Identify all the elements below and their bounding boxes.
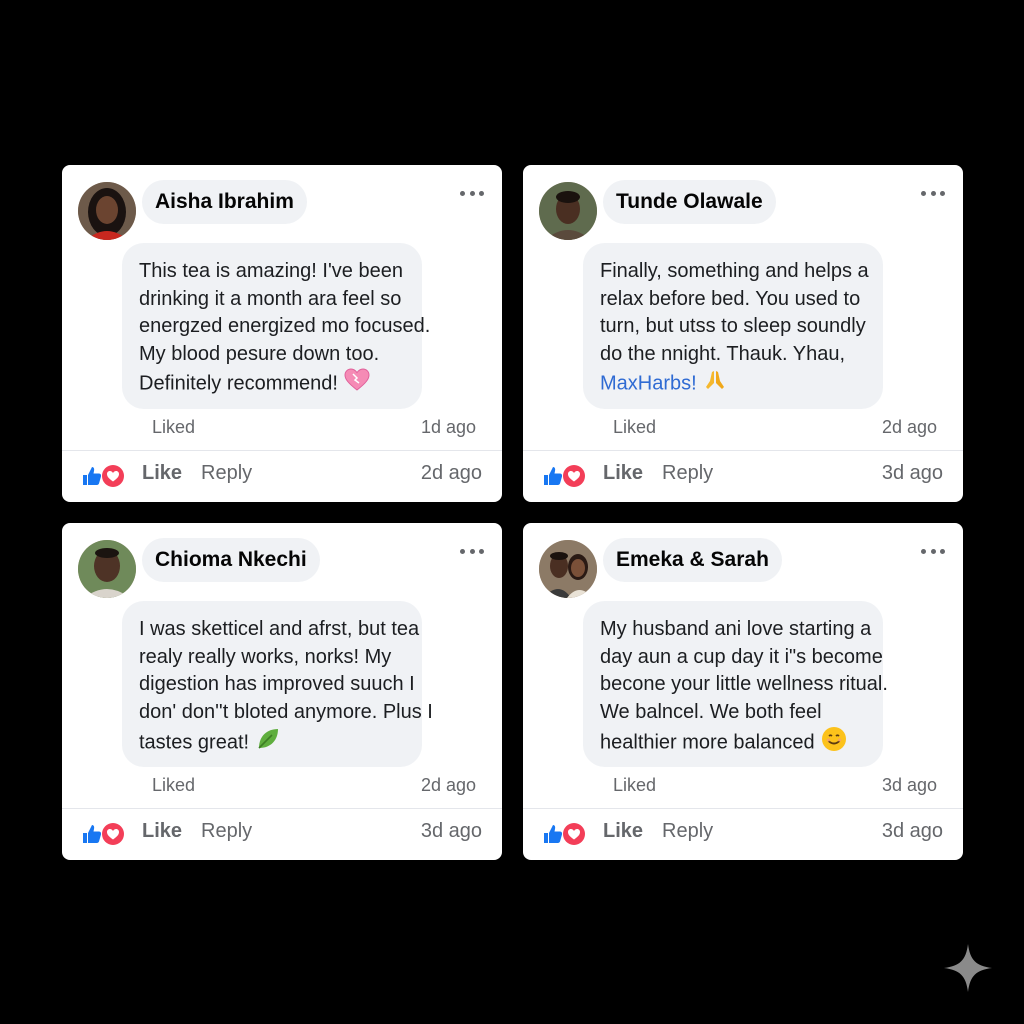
comment-card: Emeka & Sarah My husband ani love starti… bbox=[523, 523, 963, 860]
comment-line: relax before bed. You used to bbox=[600, 287, 861, 310]
comment-card: Tunde Olawale Finally, something and hel… bbox=[523, 165, 963, 502]
commenter-name[interactable]: Emeka & Sarah bbox=[603, 538, 782, 582]
sparkle-icon bbox=[942, 942, 994, 994]
divider bbox=[523, 808, 963, 809]
like-button[interactable]: Like bbox=[603, 462, 643, 485]
comment-card: Chioma Nkechi I was sketticel and afrst,… bbox=[62, 523, 502, 860]
praying-hands-icon bbox=[703, 368, 727, 401]
comment-timestamp: 1d ago bbox=[420, 417, 476, 437]
love-heart-icon bbox=[562, 822, 586, 846]
comment-line: tastes great! bbox=[139, 731, 250, 754]
post-timestamp: 2d ago bbox=[420, 462, 482, 484]
comment-bubble: Finally, something and helps a relax bef… bbox=[583, 243, 883, 409]
divider bbox=[523, 450, 963, 451]
reaction-summary[interactable] bbox=[80, 464, 126, 488]
like-button[interactable]: Like bbox=[142, 820, 182, 843]
liked-label[interactable]: Liked bbox=[613, 417, 656, 441]
comment-line: realy really works, norks! My bbox=[139, 645, 392, 668]
comment-line: energzed energized mo focused. bbox=[139, 315, 431, 337]
reply-button[interactable]: Reply bbox=[201, 462, 252, 485]
comment-line: I was sketticel and afrst, but tea bbox=[139, 618, 420, 640]
divider bbox=[62, 808, 502, 809]
comment-timestamp: 2d ago bbox=[881, 417, 937, 437]
comment-timestamp: 2d ago bbox=[420, 775, 476, 795]
comment-line: My blood pesure down too. bbox=[139, 342, 380, 365]
smiling-face-icon bbox=[821, 726, 847, 761]
liked-label[interactable]: Liked bbox=[613, 775, 656, 799]
comment-bubble: This tea is amazing! I've been drinking … bbox=[122, 243, 431, 409]
commenter-name[interactable]: Aisha Ibrahim bbox=[142, 180, 307, 224]
divider bbox=[62, 450, 502, 451]
like-button[interactable]: Like bbox=[142, 462, 182, 485]
post-timestamp: 3d ago bbox=[420, 820, 482, 842]
heart-icon bbox=[344, 368, 370, 401]
avatar[interactable] bbox=[78, 182, 136, 240]
more-options-icon[interactable] bbox=[460, 545, 484, 557]
comment-line: Finally, something and helps a bbox=[600, 260, 869, 282]
like-button[interactable]: Like bbox=[603, 820, 643, 843]
leaf-icon bbox=[255, 726, 281, 761]
post-timestamp: 3d ago bbox=[881, 820, 943, 842]
comment-line: turn, but utss to sleep soundly bbox=[600, 315, 866, 337]
avatar[interactable] bbox=[539, 540, 597, 598]
comment-line: drinking it a month ara feel so bbox=[139, 287, 402, 310]
liked-label[interactable]: Liked bbox=[152, 417, 195, 441]
love-heart-icon bbox=[101, 464, 125, 488]
post-timestamp: 3d ago bbox=[881, 462, 943, 484]
comment-line: day aun a cup day it i"s become bbox=[600, 645, 883, 668]
comment-line: healthier more balanced bbox=[600, 731, 815, 754]
comment-line: don' don''t bloted anymore. Plus I bbox=[139, 700, 433, 723]
reaction-summary[interactable] bbox=[80, 822, 126, 846]
liked-label[interactable]: Liked bbox=[152, 775, 195, 799]
comment-line: digestion has improved suuch I bbox=[139, 673, 415, 695]
brand-link[interactable]: MaxHarbs! bbox=[600, 373, 697, 395]
avatar[interactable] bbox=[78, 540, 136, 598]
comment-bubble: My husband ani love starting a day aun a… bbox=[583, 601, 888, 767]
reaction-summary[interactable] bbox=[541, 822, 587, 846]
commenter-name[interactable]: Tunde Olawale bbox=[603, 180, 776, 224]
comment-timestamp: 3d ago bbox=[881, 775, 937, 795]
reply-button[interactable]: Reply bbox=[662, 462, 713, 485]
commenter-name[interactable]: Chioma Nkechi bbox=[142, 538, 320, 582]
comment-line: This tea is amazing! I've been bbox=[139, 260, 403, 282]
love-heart-icon bbox=[562, 464, 586, 488]
comment-line: Definitely recommend! bbox=[139, 372, 338, 395]
comment-line: becone your little wellness ritual. bbox=[600, 673, 888, 695]
comment-card: Aisha Ibrahim This tea is amazing! I've … bbox=[62, 165, 502, 502]
comment-line: We balncel. We both feel bbox=[600, 700, 822, 723]
love-heart-icon bbox=[101, 822, 125, 846]
reply-button[interactable]: Reply bbox=[201, 820, 252, 843]
comment-line: do the nnight. Thauk. Yhau, bbox=[600, 342, 846, 365]
comment-bubble: I was sketticel and afrst, but tea realy… bbox=[122, 601, 433, 767]
comment-line: My husband ani love starting a bbox=[600, 618, 872, 640]
avatar[interactable] bbox=[539, 182, 597, 240]
more-options-icon[interactable] bbox=[921, 545, 945, 557]
reply-button[interactable]: Reply bbox=[662, 820, 713, 843]
more-options-icon[interactable] bbox=[460, 187, 484, 199]
reaction-summary[interactable] bbox=[541, 464, 587, 488]
more-options-icon[interactable] bbox=[921, 187, 945, 199]
